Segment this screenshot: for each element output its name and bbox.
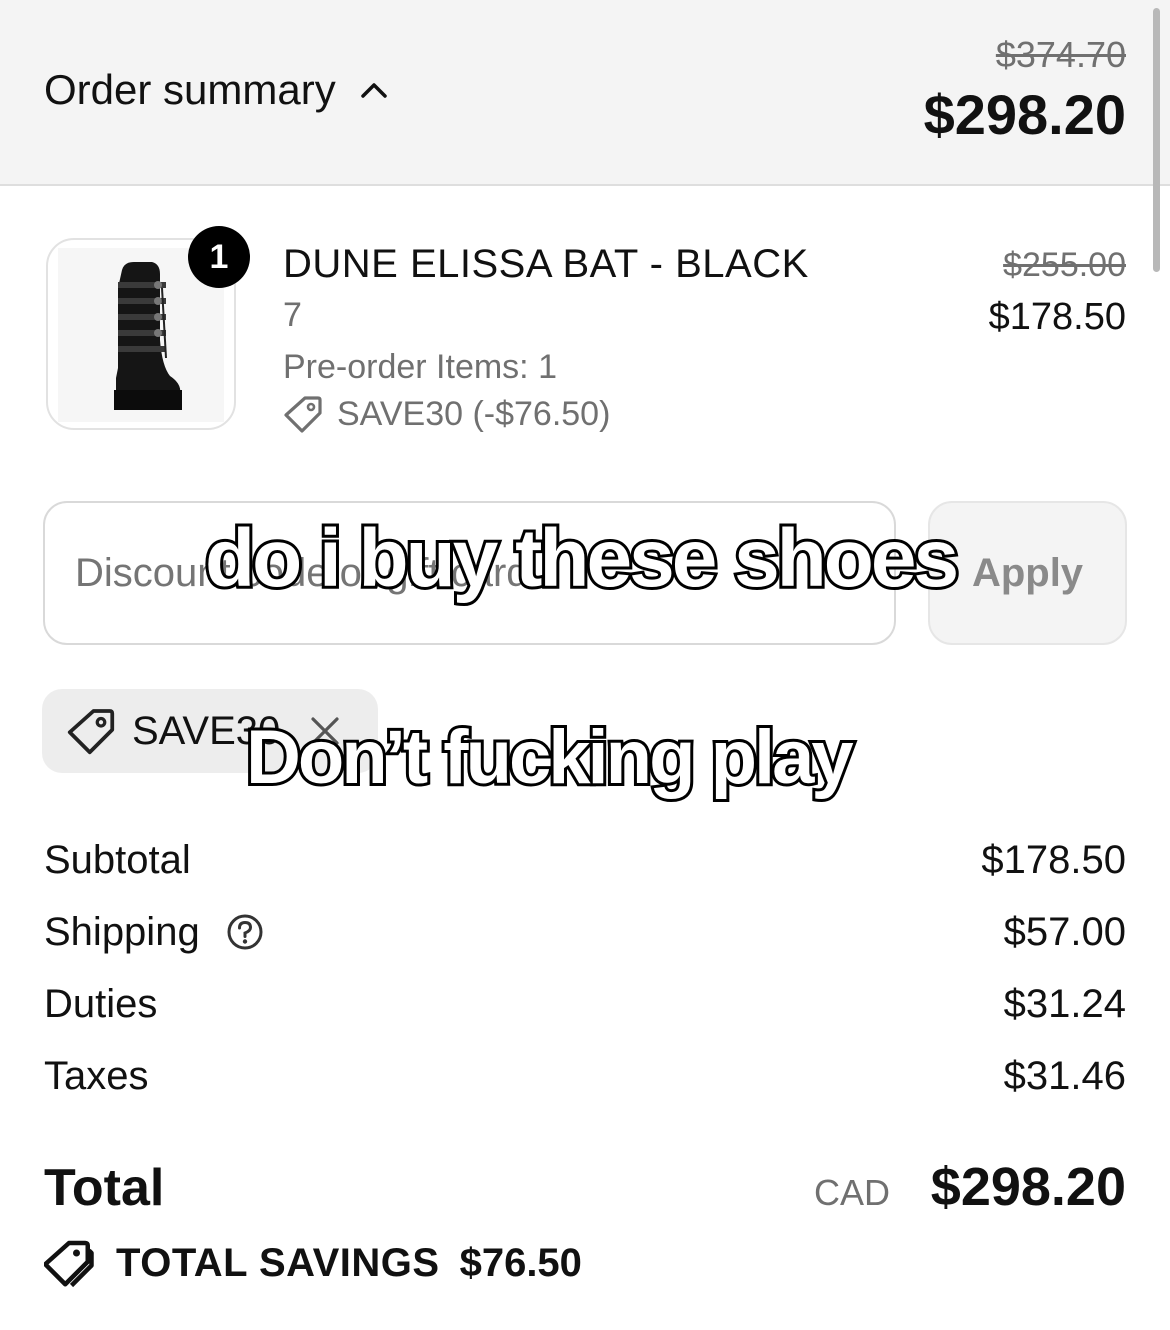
chevron-up-icon bbox=[360, 83, 387, 98]
shipping-value: $57.00 bbox=[1003, 910, 1126, 954]
order-summary-header: Order summary $374.70 $298.20 bbox=[0, 0, 1170, 186]
order-summary-title: Order summary bbox=[44, 66, 336, 113]
original-total: $374.70 bbox=[995, 34, 1126, 75]
duties-value: $31.24 bbox=[1003, 982, 1126, 1026]
tag-icon bbox=[284, 396, 322, 433]
taxes-value: $31.46 bbox=[1003, 1054, 1126, 1098]
shipping-label: Shipping bbox=[44, 910, 200, 954]
scrollbar[interactable] bbox=[1153, 8, 1160, 272]
apply-button[interactable]: Apply bbox=[928, 501, 1127, 645]
subtotal-label: Subtotal bbox=[44, 838, 191, 882]
product-price: $178.50 bbox=[988, 296, 1126, 338]
header-total: $298.20 bbox=[923, 83, 1126, 146]
subtotal-value: $178.50 bbox=[981, 838, 1126, 882]
product-original-price: $255.00 bbox=[1003, 246, 1126, 284]
total-savings-label: TOTAL SAVINGS bbox=[116, 1240, 440, 1285]
total-label: Total bbox=[44, 1159, 165, 1217]
help-icon[interactable] bbox=[226, 913, 264, 951]
item-discount-label: SAVE30 (-$76.50) bbox=[337, 394, 611, 433]
overlay-caption-bottom: Don’t fucking play bbox=[243, 712, 857, 803]
total-currency: CAD bbox=[813, 1172, 890, 1213]
savings-tag-icon bbox=[44, 1240, 94, 1288]
total-value: $298.20 bbox=[930, 1157, 1126, 1217]
preorder-label: Pre-order Items: 1 bbox=[283, 348, 557, 386]
quantity-badge: 1 bbox=[188, 226, 250, 288]
tag-icon bbox=[67, 709, 115, 755]
total-savings-value: $76.50 bbox=[459, 1240, 582, 1285]
total-savings: TOTAL SAVINGS $76.50 bbox=[44, 1238, 582, 1288]
product-variant: 7 bbox=[283, 296, 302, 334]
item-discount: SAVE30 (-$76.50) bbox=[283, 394, 610, 434]
duties-label: Duties bbox=[44, 982, 158, 1026]
taxes-label: Taxes bbox=[44, 1054, 149, 1098]
overlay-caption-top: do i buy these shoes bbox=[202, 510, 962, 607]
product-name: DUNE ELISSA BAT - BLACK bbox=[283, 242, 809, 286]
order-summary-toggle[interactable]: Order summary bbox=[44, 66, 388, 114]
